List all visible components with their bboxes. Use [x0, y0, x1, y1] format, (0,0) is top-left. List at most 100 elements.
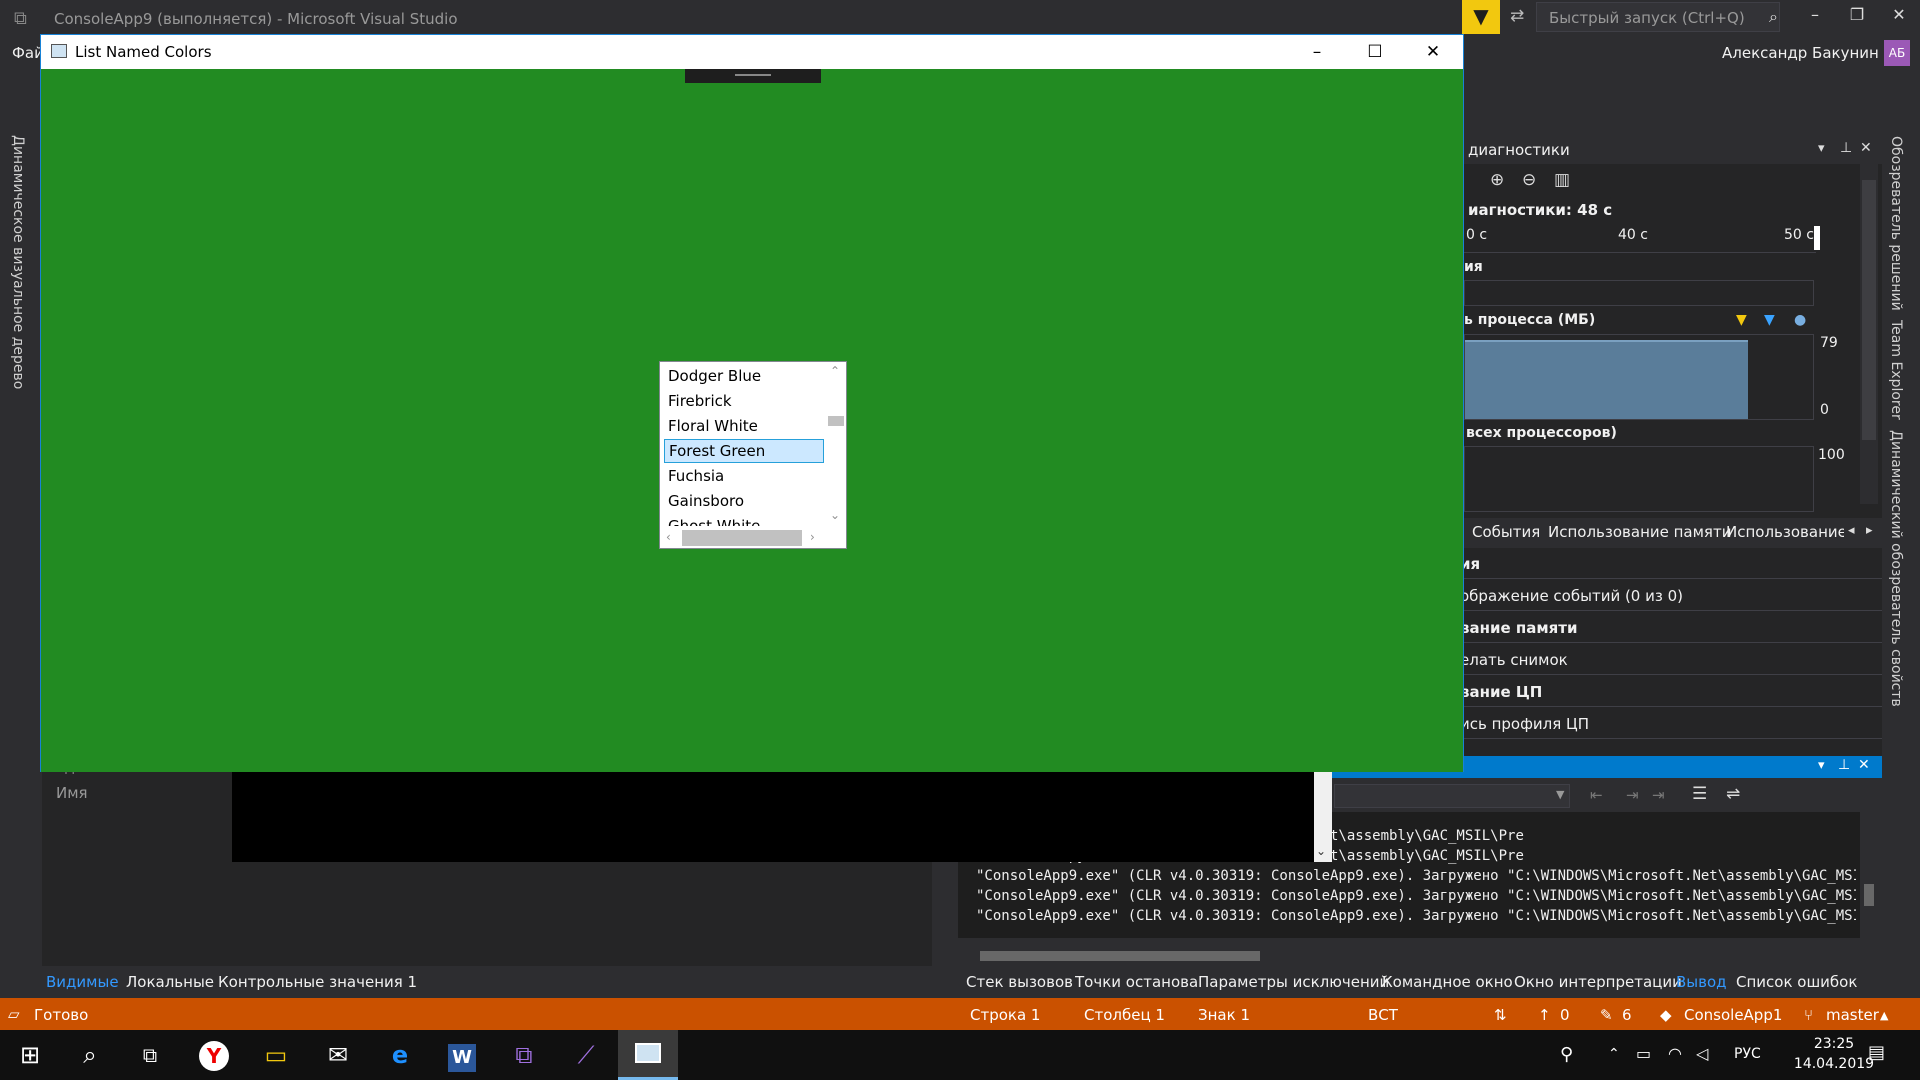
list-item[interactable]: Fuchsia [664, 464, 824, 488]
summary-row-1[interactable]: ображение событий (0 из 0) [1460, 587, 1683, 605]
tab-watch-1[interactable]: Контрольные значения 1 [218, 973, 417, 991]
output-vscroll[interactable] [1860, 812, 1878, 944]
people-icon[interactable]: ⚲ [1560, 1044, 1573, 1065]
close-icon[interactable]: ✕ [1884, 5, 1914, 24]
scroll-up-icon[interactable]: ⌃ [830, 364, 840, 378]
show-hidden-icons-icon[interactable]: ⌃ [1608, 1046, 1620, 1062]
action-center-icon[interactable]: ▤ [1868, 1042, 1885, 1063]
windows-start-icon[interactable]: ⊞ [2, 1030, 58, 1080]
task-view-icon[interactable]: ⧉ [122, 1030, 178, 1080]
status-up-count[interactable]: 0 [1560, 1006, 1570, 1024]
scroll-down-icon[interactable]: ⌄ [830, 508, 840, 522]
goto-last-icon[interactable]: ⇥ [1652, 786, 1665, 804]
battery-icon[interactable]: ▭ [1636, 1044, 1651, 1063]
close-icon[interactable]: ✕ [1858, 757, 1870, 773]
wifi-icon[interactable]: ◠ [1668, 1044, 1682, 1063]
locals-scrollbar[interactable] [932, 862, 950, 966]
clear-all-icon[interactable]: ☰ [1692, 784, 1707, 804]
summary-row-5[interactable]: ись профиля ЦП [1460, 715, 1589, 733]
list-item[interactable]: Firebrick [664, 389, 824, 413]
runtime-tools-toolbar[interactable] [685, 69, 821, 83]
status-edit-count[interactable]: 6 [1622, 1006, 1632, 1024]
chevron-down-icon[interactable]: ⌄ [1316, 844, 1326, 858]
status-project[interactable]: ConsoleApp1 [1684, 1006, 1782, 1024]
timeline-cursor[interactable] [1814, 226, 1820, 250]
toolbar-grip[interactable] [735, 74, 771, 76]
chart-icon[interactable]: ▥ [1554, 170, 1570, 190]
list-item[interactable]: Dodger Blue [664, 364, 824, 388]
tab-command-window[interactable]: Командное окно [1382, 973, 1513, 991]
pin-icon[interactable]: ⊥ [1840, 140, 1852, 156]
publish-arrow-icon[interactable]: ↑ [1538, 1006, 1551, 1024]
branch-icon[interactable]: ⑂ [1804, 1006, 1813, 1024]
feedback-filter-icon[interactable]: ▼ [1462, 0, 1500, 34]
console-window[interactable] [232, 770, 1318, 862]
tab-events[interactable]: События [1472, 523, 1540, 541]
tab-locals[interactable]: Локальные [126, 973, 214, 991]
locals-column-name[interactable]: Имя [56, 784, 88, 802]
minimize-icon[interactable]: – [1289, 37, 1345, 67]
live-visual-tree-tab[interactable]: Динамическое визуальное дерево [10, 135, 26, 389]
user-name[interactable]: Александр Бакунин [1722, 44, 1879, 62]
yandex-browser-icon[interactable]: Y [186, 1030, 242, 1080]
tab-memory-usage[interactable]: Использование памяти [1548, 523, 1731, 541]
avatar[interactable]: АБ [1884, 40, 1910, 66]
zoom-out-icon[interactable]: ⊖ [1522, 170, 1536, 190]
dropdown-icon[interactable]: ▾ [1818, 758, 1825, 773]
app-titlebar[interactable] [41, 35, 1463, 69]
quick-launch-input[interactable]: Быстрый запуск (Ctrl+Q) ⌕ [1536, 2, 1780, 32]
maximize-icon[interactable]: ☐ [1347, 37, 1403, 67]
list-item-selected[interactable]: Forest Green [664, 439, 824, 463]
listbox-vscroll[interactable] [824, 362, 846, 526]
pin-icon[interactable]: ⊥ [1838, 757, 1850, 773]
visual-studio-installer-icon[interactable]: ⟋ [558, 1030, 614, 1080]
output-source-select[interactable] [1334, 784, 1570, 808]
search-icon[interactable]: ⌕ [1769, 7, 1778, 27]
chevron-up-icon[interactable]: ▲ [1880, 1009, 1888, 1022]
list-item[interactable]: Gainsboro [664, 489, 824, 513]
pencil-icon[interactable]: ✎ [1600, 1006, 1613, 1024]
goto-prev-icon[interactable]: ⇤ [1590, 786, 1603, 804]
tab-scroll-right-icon[interactable]: ▸ [1866, 523, 1873, 538]
tab-error-list[interactable]: Список ошибок [1736, 973, 1857, 991]
close-icon[interactable]: ✕ [1860, 140, 1872, 156]
volume-icon[interactable]: ◁ [1696, 1044, 1708, 1063]
clock-time[interactable]: 23:25 [1794, 1036, 1874, 1052]
goto-next-icon[interactable]: ⇥ [1626, 786, 1639, 804]
dropdown-icon[interactable]: ▾ [1818, 141, 1825, 156]
file-explorer-icon[interactable]: ▭ [248, 1030, 304, 1080]
zoom-in-icon[interactable]: ⊕ [1490, 170, 1504, 190]
scroll-right-icon[interactable]: › [810, 530, 815, 544]
minimize-icon[interactable]: – [1800, 5, 1830, 24]
close-icon[interactable]: ✕ [1405, 37, 1461, 67]
input-language[interactable]: РУС [1734, 1046, 1761, 1062]
tab-exception-settings[interactable]: Параметры исключений [1198, 973, 1389, 991]
mail-icon[interactable]: ✉ [310, 1030, 366, 1080]
live-property-explorer-tab[interactable]: Динамический обозреватель свойств [1888, 430, 1904, 707]
team-explorer-tab[interactable]: Team Explorer [1888, 320, 1904, 420]
tab-usage-more[interactable]: Использование [1726, 523, 1844, 541]
listbox-hscroll-thumb[interactable] [682, 530, 802, 546]
visual-studio-icon[interactable]: ⧉ [496, 1030, 552, 1080]
diagnostics-scroll-thumb[interactable] [1862, 180, 1876, 440]
repo-icon[interactable]: ◆ [1660, 1006, 1672, 1024]
git-changes-icon[interactable]: ⇅ [1494, 1006, 1507, 1024]
word-wrap-icon[interactable]: ⇌ [1726, 784, 1740, 804]
summary-row-3[interactable]: елать снимок [1460, 651, 1568, 669]
scroll-left-icon[interactable]: ‹ [666, 530, 671, 544]
tab-immediate-window[interactable]: Окно интерпретации [1514, 973, 1682, 991]
list-item[interactable]: Floral White [664, 414, 824, 438]
restore-icon[interactable]: ❐ [1842, 5, 1872, 24]
chevron-down-icon[interactable]: ▼ [1556, 788, 1564, 801]
edge-icon[interactable]: e [372, 1030, 428, 1080]
status-branch[interactable]: master [1826, 1006, 1879, 1024]
named-colors-listbox[interactable]: Dodger Blue Firebrick Floral White Fores… [659, 361, 847, 549]
tab-output[interactable]: Вывод [1676, 973, 1727, 991]
tab-breakpoints[interactable]: Точки останова [1075, 973, 1198, 991]
word-icon[interactable]: W [434, 1030, 490, 1080]
tab-autos[interactable]: Видимые [46, 973, 119, 991]
solution-explorer-tab[interactable]: Обозреватель решений [1888, 136, 1904, 311]
output-vscroll-thumb[interactable] [1864, 884, 1874, 906]
list-named-colors-taskbar-icon[interactable] [620, 1030, 676, 1080]
tab-scroll-left-icon[interactable]: ◂ [1848, 523, 1855, 538]
